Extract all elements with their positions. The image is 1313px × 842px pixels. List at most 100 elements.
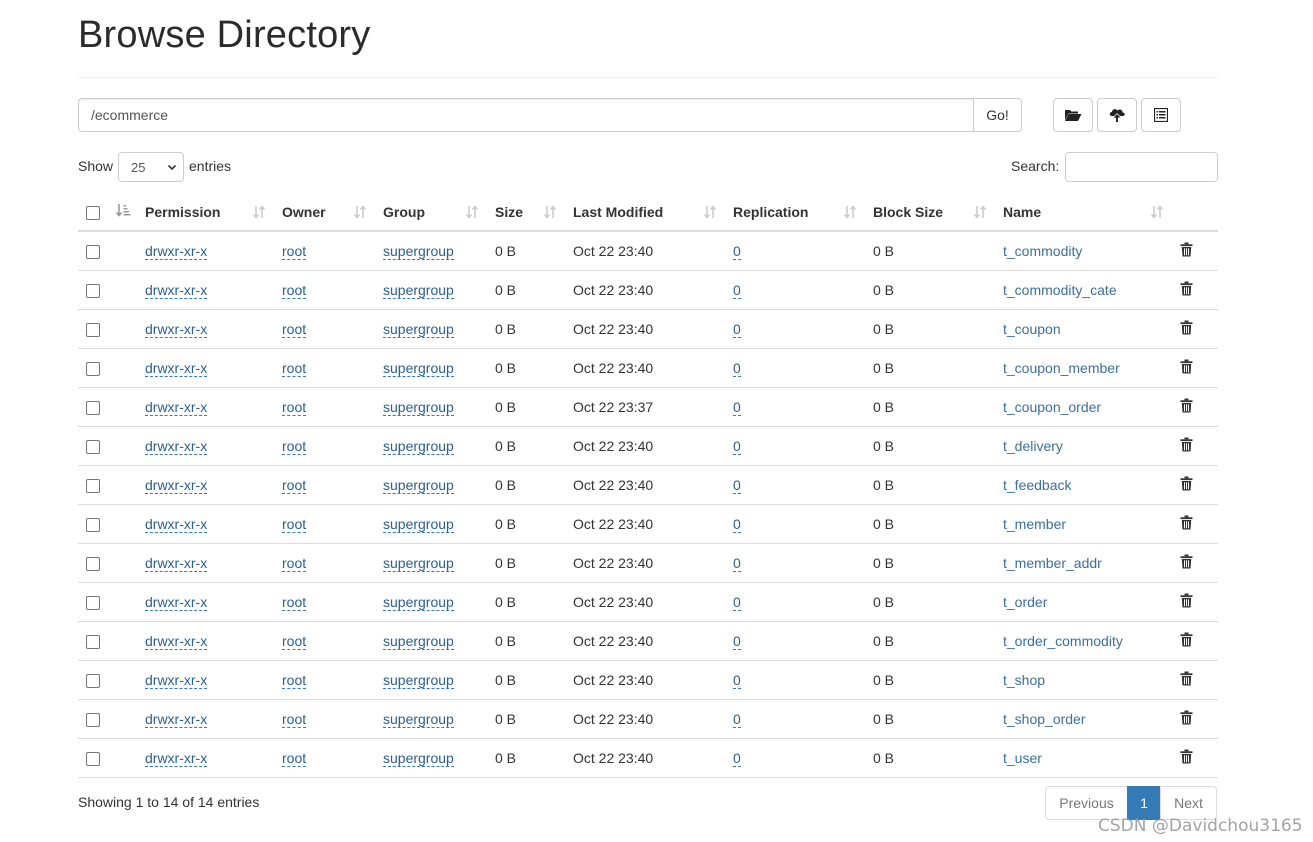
owner-value[interactable]: root [282,398,307,416]
trash-icon[interactable] [1180,593,1193,611]
group-value[interactable]: supergroup [383,593,454,611]
trash-icon[interactable] [1180,398,1193,416]
trash-icon[interactable] [1180,749,1193,767]
directory-name-link[interactable]: t_user [1003,750,1042,766]
row-checkbox[interactable] [86,751,100,766]
entries-per-page-select[interactable]: 25 [118,152,184,182]
directory-name-link[interactable]: t_order [1003,594,1047,610]
replication-value[interactable]: 0 [733,281,741,299]
trash-icon[interactable] [1180,437,1193,455]
permission-value[interactable]: drwxr-xr-x [145,554,208,572]
directory-name-link[interactable]: t_delivery [1003,438,1063,454]
search-input[interactable] [1065,152,1218,182]
replication-value[interactable]: 0 [733,710,741,728]
replication-value[interactable]: 0 [733,437,741,455]
permission-value[interactable]: drwxr-xr-x [145,437,208,455]
owner-value[interactable]: root [282,359,307,377]
owner-value[interactable]: root [282,671,307,689]
group-value[interactable]: supergroup [383,671,454,689]
go-button[interactable]: Go! [973,98,1022,132]
column-header-group[interactable]: Group [375,193,487,232]
row-checkbox[interactable] [86,478,100,493]
group-value[interactable]: supergroup [383,710,454,728]
directory-name-link[interactable]: t_commodity_cate [1003,282,1117,298]
directory-name-link[interactable]: t_member [1003,516,1066,532]
column-header-last-modified[interactable]: Last Modified [565,193,725,232]
owner-value[interactable]: root [282,515,307,533]
row-checkbox[interactable] [86,322,100,337]
previous-page-button[interactable]: Previous [1045,786,1128,820]
permission-value[interactable]: drwxr-xr-x [145,710,208,728]
directory-name-link[interactable]: t_member_addr [1003,555,1102,571]
replication-value[interactable]: 0 [733,671,741,689]
trash-icon[interactable] [1180,515,1193,533]
trash-icon[interactable] [1180,671,1193,689]
group-value[interactable]: supergroup [383,476,454,494]
row-checkbox[interactable] [86,673,100,688]
owner-value[interactable]: root [282,320,307,338]
directory-name-link[interactable]: t_commodity [1003,243,1082,259]
permission-value[interactable]: drwxr-xr-x [145,320,208,338]
column-header-permission[interactable]: Permission [137,193,274,232]
owner-value[interactable]: root [282,710,307,728]
permission-value[interactable]: drwxr-xr-x [145,671,208,689]
replication-value[interactable]: 0 [733,320,741,338]
directory-name-link[interactable]: t_coupon_order [1003,399,1101,415]
row-checkbox[interactable] [86,712,100,727]
group-value[interactable]: supergroup [383,515,454,533]
replication-value[interactable]: 0 [733,593,741,611]
group-value[interactable]: supergroup [383,398,454,416]
directory-name-link[interactable]: t_shop [1003,672,1045,688]
trash-icon[interactable] [1180,281,1193,299]
permission-value[interactable]: drwxr-xr-x [145,359,208,377]
owner-value[interactable]: root [282,281,307,299]
owner-value[interactable]: root [282,749,307,767]
replication-value[interactable]: 0 [733,632,741,650]
page-1-button[interactable]: 1 [1127,786,1161,820]
replication-value[interactable]: 0 [733,515,741,533]
trash-icon[interactable] [1180,554,1193,572]
permission-value[interactable]: drwxr-xr-x [145,593,208,611]
permission-value[interactable]: drwxr-xr-x [145,515,208,533]
cut-paste-button[interactable] [1141,98,1181,132]
group-value[interactable]: supergroup [383,437,454,455]
directory-name-link[interactable]: t_coupon_member [1003,360,1120,376]
trash-icon[interactable] [1180,359,1193,377]
select-all-checkbox[interactable] [86,205,100,220]
column-header-owner[interactable]: Owner [274,193,375,232]
column-header-block-size[interactable]: Block Size [865,193,995,232]
replication-value[interactable]: 0 [733,749,741,767]
trash-icon[interactable] [1180,242,1193,260]
next-page-button[interactable]: Next [1160,786,1217,820]
upload-button[interactable] [1097,98,1137,132]
column-header-replication[interactable]: Replication [725,193,865,232]
column-header-size[interactable]: Size [487,193,565,232]
row-checkbox[interactable] [86,634,100,649]
directory-name-link[interactable]: t_shop_order [1003,711,1086,727]
group-value[interactable]: supergroup [383,320,454,338]
row-checkbox[interactable] [86,439,100,454]
permission-value[interactable]: drwxr-xr-x [145,398,208,416]
directory-name-link[interactable]: t_coupon [1003,321,1061,337]
row-checkbox[interactable] [86,400,100,415]
group-value[interactable]: supergroup [383,359,454,377]
trash-icon[interactable] [1180,632,1193,650]
replication-value[interactable]: 0 [733,476,741,494]
owner-value[interactable]: root [282,242,307,260]
owner-value[interactable]: root [282,476,307,494]
trash-icon[interactable] [1180,320,1193,338]
sort-type-header[interactable] [107,193,137,232]
permission-value[interactable]: drwxr-xr-x [145,632,208,650]
directory-name-link[interactable]: t_feedback [1003,477,1072,493]
permission-value[interactable]: drwxr-xr-x [145,281,208,299]
create-directory-button[interactable] [1053,98,1093,132]
owner-value[interactable]: root [282,437,307,455]
row-checkbox[interactable] [86,556,100,571]
row-checkbox[interactable] [86,283,100,298]
replication-value[interactable]: 0 [733,554,741,572]
trash-icon[interactable] [1180,476,1193,494]
group-value[interactable]: supergroup [383,242,454,260]
directory-name-link[interactable]: t_order_commodity [1003,633,1123,649]
group-value[interactable]: supergroup [383,632,454,650]
group-value[interactable]: supergroup [383,749,454,767]
